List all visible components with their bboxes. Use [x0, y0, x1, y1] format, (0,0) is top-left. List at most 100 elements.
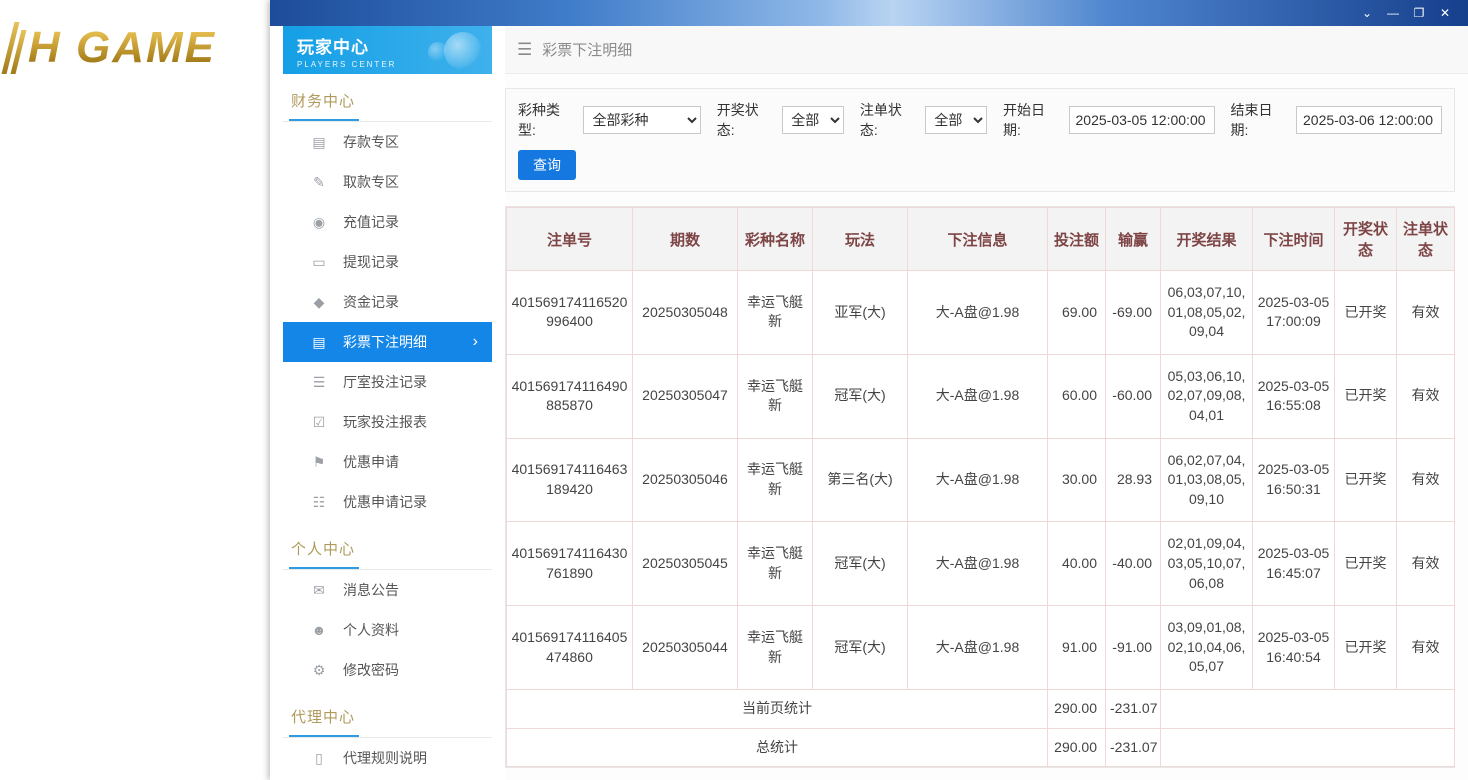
- start-date-label: 开始日期:: [1003, 100, 1062, 140]
- cell: -60.00: [1106, 354, 1161, 438]
- cell: 已开奖: [1335, 438, 1397, 522]
- sidebar-item-withdrawal-records[interactable]: ▭提现记录: [283, 242, 492, 282]
- sidebar-item-agent-rules[interactable]: ▯ 代理规则说明: [283, 738, 492, 778]
- summary-win-loss: -231.07: [1106, 689, 1161, 728]
- window-close-icon[interactable]: ✕: [1432, 0, 1458, 26]
- cell: 30.00: [1048, 438, 1106, 522]
- cell: 幸运飞艇新: [738, 606, 813, 690]
- window-maximize-icon[interactable]: ❐: [1406, 0, 1432, 26]
- sidebar-item-lottery-bet-details[interactable]: ▤彩票下注明细›: [283, 322, 492, 362]
- col-bet-info: 下注信息: [908, 208, 1048, 271]
- table-row: 40156917411640547486020250305044幸运飞艇新冠军(…: [507, 606, 1455, 690]
- player-bet-report-icon: ☑: [311, 414, 327, 431]
- col-draw-result: 开奖结果: [1161, 208, 1253, 271]
- sidebar-item-label: 资金记录: [343, 292, 399, 312]
- draw-status-label: 开奖状态:: [717, 100, 776, 140]
- col-win-loss: 输赢: [1106, 208, 1161, 271]
- cell: 有效: [1397, 522, 1455, 606]
- deposit-area-icon: ▤: [311, 134, 327, 151]
- cell: 401569174116430761890: [507, 522, 633, 606]
- message-announcements-icon: ✉: [311, 582, 327, 599]
- end-date-label: 结束日期:: [1231, 100, 1290, 140]
- cell: 401569174116490885870: [507, 354, 633, 438]
- lottery-bet-details-icon: ▤: [311, 334, 327, 351]
- window-dropdown-icon[interactable]: ⌄: [1354, 0, 1380, 26]
- cell: 401569174116405474860: [507, 606, 633, 690]
- lottery-type-select[interactable]: 全部彩种: [583, 106, 700, 134]
- table-row: 40156917411649088587020250305047幸运飞艇新冠军(…: [507, 354, 1455, 438]
- sidebar-item-promo-apply[interactable]: ⚑优惠申请: [283, 442, 492, 482]
- sidebar-item-change-password[interactable]: ⚙修改密码: [283, 650, 492, 690]
- col-draw-status: 开奖状态: [1335, 208, 1397, 271]
- summary-bet-total: 290.00: [1048, 689, 1106, 728]
- sidebar-item-hall-bet-records[interactable]: ☰厅室投注记录: [283, 362, 492, 402]
- sidebar-item-recharge-records[interactable]: ◉充值记录: [283, 202, 492, 242]
- sidebar: 玩家中心 PLAYERS CENTER 财务中心▤存款专区✎取款专区◉充值记录▭…: [270, 26, 492, 780]
- cell: 已开奖: [1335, 354, 1397, 438]
- sidebar-item-label: 玩家投注报表: [343, 412, 427, 432]
- sidebar-item-player-bet-report[interactable]: ☑ 玩家投注报表: [283, 402, 492, 442]
- window-minimize-icon[interactable]: —: [1380, 0, 1406, 26]
- promo-apply-records-icon: ☷: [311, 494, 327, 511]
- cell: 2025-03-05 16:40:54: [1253, 606, 1335, 690]
- table-panel: 注单号 期数 彩种名称 玩法 下注信息 投注额 输赢 开奖结果 下注时间 开奖状…: [505, 206, 1455, 768]
- cell: 60.00: [1048, 354, 1106, 438]
- cell: 02,01,09,04,03,05,10,07,06,08: [1161, 522, 1253, 606]
- cell: 28.93: [1106, 438, 1161, 522]
- summary-bet-total: 290.00: [1048, 728, 1106, 767]
- app-window: ⌄ — ❐ ✕ 玩家中心 PLAYERS CENTER 财务中心▤存款专区✎取款…: [270, 0, 1468, 780]
- bet-status-label: 注单状态:: [860, 100, 919, 140]
- sidebar-section-title: 个人中心: [283, 522, 492, 570]
- menu-toggle-icon[interactable]: ☰: [517, 40, 532, 60]
- sidebar-item-label: 消息公告: [343, 580, 399, 600]
- summary-row: 总统计290.00-231.07: [507, 728, 1455, 767]
- sidebar-item-promo-apply-records[interactable]: ☷优惠申请记录: [283, 482, 492, 522]
- end-date-input[interactable]: [1296, 106, 1442, 134]
- cell: 401569174116463189420: [507, 438, 633, 522]
- logo-bars-icon: [2, 22, 29, 74]
- agent-rules-icon: ▯: [311, 750, 327, 767]
- sidebar-item-label: 代理规则说明: [343, 748, 427, 768]
- query-button[interactable]: 查询: [518, 150, 576, 180]
- cell: 69.00: [1048, 271, 1106, 355]
- sidebar-header: 玩家中心 PLAYERS CENTER: [283, 26, 492, 74]
- cell: 2025-03-05 16:45:07: [1253, 522, 1335, 606]
- cell: 有效: [1397, 606, 1455, 690]
- sidebar-item-label: 厅室投注记录: [343, 372, 427, 392]
- summary-win-loss: -231.07: [1106, 728, 1161, 767]
- summary-label: 当前页统计: [507, 689, 1048, 728]
- cell: 有效: [1397, 354, 1455, 438]
- summary-empty: [1161, 728, 1455, 767]
- col-bet-time: 下注时间: [1253, 208, 1335, 271]
- sidebar-item-label: 提现记录: [343, 252, 399, 272]
- sidebar-item-label: 修改密码: [343, 660, 399, 680]
- chevron-right-icon: ›: [473, 333, 478, 351]
- withdraw-area-icon: ✎: [311, 174, 327, 191]
- cell: 06,02,07,04,01,03,08,05,09,10: [1161, 438, 1253, 522]
- cell: 40.00: [1048, 522, 1106, 606]
- summary-empty: [1161, 689, 1455, 728]
- table-body: 40156917411652099640020250305048幸运飞艇新亚军(…: [507, 271, 1455, 767]
- draw-status-select[interactable]: 全部: [782, 106, 844, 134]
- cell: 2025-03-05 16:55:08: [1253, 354, 1335, 438]
- lottery-type-label: 彩种类型:: [518, 100, 577, 140]
- cell: 20250305045: [633, 522, 738, 606]
- sidebar-item-personal-profile[interactable]: ☻个人资料: [283, 610, 492, 650]
- gamepad-emblem-icon: [444, 32, 482, 70]
- start-date-input[interactable]: [1069, 106, 1215, 134]
- cell: 05,03,06,10,02,07,09,08,04,01: [1161, 354, 1253, 438]
- sidebar-item-fund-records[interactable]: ◆资金记录: [283, 282, 492, 322]
- table-row: 40156917411652099640020250305048幸运飞艇新亚军(…: [507, 271, 1455, 355]
- sidebar-item-deposit-area[interactable]: ▤存款专区: [283, 122, 492, 162]
- cell: 已开奖: [1335, 606, 1397, 690]
- cell: 大-A盘@1.98: [908, 354, 1048, 438]
- sidebar-item-withdraw-area[interactable]: ✎取款专区: [283, 162, 492, 202]
- cell: 20250305046: [633, 438, 738, 522]
- sidebar-item-message-announcements[interactable]: ✉ 消息公告: [283, 570, 492, 610]
- col-bet-amount: 投注额: [1048, 208, 1106, 271]
- cell: 20250305044: [633, 606, 738, 690]
- cell: 第三名(大): [813, 438, 908, 522]
- bet-status-select[interactable]: 全部: [925, 106, 987, 134]
- cell: 06,03,07,10,01,08,05,02,09,04: [1161, 271, 1253, 355]
- cell: 幸运飞艇新: [738, 354, 813, 438]
